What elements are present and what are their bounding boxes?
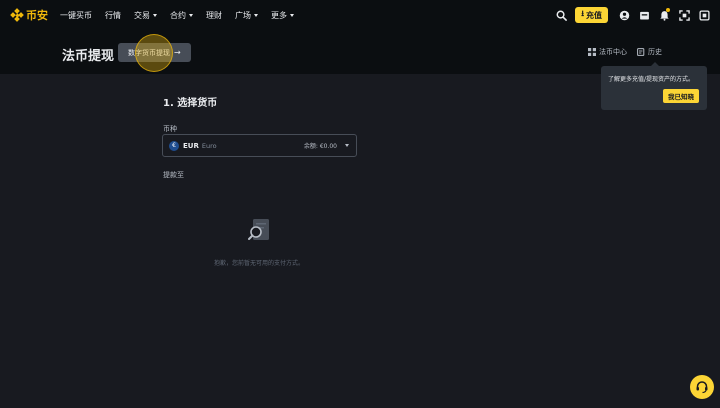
support-chat-button[interactable]: [690, 375, 714, 399]
tooltip-dismiss-button[interactable]: 我已知晓: [663, 89, 699, 103]
bell-icon[interactable]: [654, 5, 674, 25]
chevron-down-icon: [254, 13, 258, 17]
chevron-down-icon: [189, 13, 193, 17]
chevron-down-icon: [290, 13, 294, 17]
empty-state-text: 抱歉，您前暂无可用的支付方式。: [214, 260, 305, 267]
deposit-button[interactable]: ⭳ 充值: [575, 7, 608, 23]
chevron-down-icon: [153, 13, 157, 17]
nav-item-quick-buy[interactable]: 一键买币: [60, 10, 92, 21]
withdraw-to-label: 提款至: [163, 171, 184, 179]
empty-search-icon: [244, 216, 274, 246]
nav-item-square[interactable]: 广场: [235, 10, 258, 21]
history-link[interactable]: 历史: [637, 47, 662, 57]
nav-item-more[interactable]: 更多: [271, 10, 294, 21]
chevron-down-icon: [345, 144, 349, 147]
notification-dot: [666, 8, 670, 12]
scan-icon[interactable]: [674, 5, 694, 25]
main-nav: 一键买币 行情 交易 合约 理财 广场 更多: [60, 10, 307, 21]
page-title: 法币提现: [62, 49, 115, 64]
currency-select[interactable]: € EUR Euro 余额: €0.00: [162, 134, 357, 157]
user-icon[interactable]: [614, 5, 634, 25]
info-tooltip: 了解更多充值/提现资产的方式。 我已知晓: [601, 62, 707, 110]
search-icon[interactable]: [551, 5, 571, 25]
euro-coin-icon: €: [169, 140, 179, 151]
logo[interactable]: 币安: [10, 7, 48, 23]
nav-item-markets[interactable]: 行情: [105, 10, 121, 21]
header-actions: ⭳ 充值: [551, 0, 720, 30]
currency-label: 币种: [163, 125, 177, 133]
fullscreen-icon[interactable]: [694, 5, 714, 25]
wallet-icon[interactable]: [634, 5, 654, 25]
nav-item-trade[interactable]: 交易: [134, 10, 157, 21]
history-icon: [637, 48, 645, 56]
download-icon: ⭳: [581, 9, 584, 18]
top-navbar: 币安 一键买币 行情 交易 合约 理财 广场 更多 ⭳ 充值: [0, 0, 720, 30]
currency-code: EUR: [183, 141, 199, 150]
currency-name: Euro: [201, 141, 217, 150]
headset-icon: [696, 381, 708, 394]
fiat-center-link[interactable]: 法币中心: [588, 47, 627, 57]
step-title: 1. 选择货币: [163, 98, 218, 109]
nav-item-futures[interactable]: 合约: [170, 10, 193, 21]
crypto-withdraw-button[interactable]: 数字货币提现 →: [118, 43, 191, 62]
brand-name: 币安: [26, 9, 48, 22]
binance-logo-icon: [10, 8, 24, 22]
currency-balance: 余额: €0.00: [303, 143, 337, 150]
tooltip-text: 了解更多充值/提现资产的方式。: [608, 76, 695, 83]
nav-item-earn[interactable]: 理财: [206, 10, 222, 21]
page-header-links: 法币中心 历史: [578, 47, 662, 57]
grid-icon: [588, 48, 596, 56]
arrow-right-icon: →: [174, 48, 181, 57]
